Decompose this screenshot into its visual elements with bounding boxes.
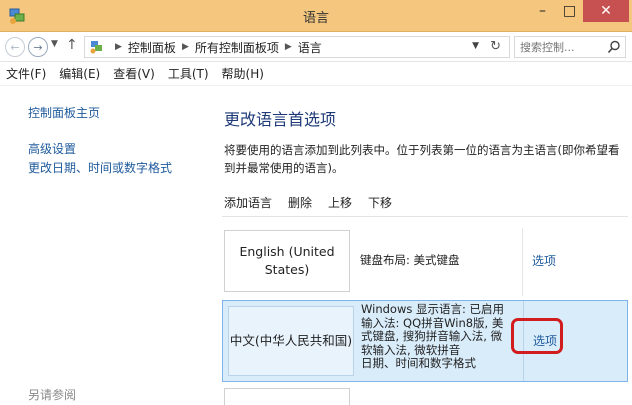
language-name-placeholder [224,388,350,405]
control-panel-icon [90,41,102,54]
menu-bar: 文件(F) 编辑(E) 查看(V) 工具(T) 帮助(H) [0,62,632,86]
language-name: English (United States) [224,230,350,292]
remove-button[interactable]: 删除 [288,194,312,211]
annotation-highlight-box [511,318,563,354]
title-bar: 语言 – □ ✕ [0,0,632,32]
menu-help[interactable]: 帮助(H) [222,65,264,82]
language-row-english[interactable]: English (United States) 键盘布局: 美式键盘 选项 [222,228,628,296]
forward-button[interactable]: → [28,37,48,57]
address-dropdown-chevron-icon[interactable]: ▼ [472,41,479,51]
move-down-button[interactable]: 下移 [368,194,392,211]
breadcrumb-separator-icon[interactable]: ▶ [115,42,122,52]
up-arrow-icon[interactable]: ↑ [66,37,78,53]
menu-edit[interactable]: 编辑(E) [59,65,100,82]
breadcrumb-all-items[interactable]: 所有控制面板项 [195,39,279,56]
page-title: 更改语言首选项 [224,110,337,129]
close-button[interactable]: ✕ [583,0,629,22]
advanced-settings-link[interactable]: 高级设置 [28,140,76,157]
language-info: 键盘布局: 美式键盘 [360,253,460,267]
recent-locations-chevron-icon[interactable]: ▼ [51,39,58,49]
search-input[interactable] [520,40,604,54]
language-info: Windows 显示语言: 已启用 输入法: QQ拼音Win8版, 美 式键盘,… [361,302,527,371]
address-row: ← → ▼ ↑ ▶ 控制面板 ▶ 所有控制面板项 ▶ 语言 ▼ ↻ [0,32,632,62]
control-panel-home-link[interactable]: 控制面板主页 [28,104,100,121]
minimize-button[interactable]: – [529,0,556,22]
refresh-icon[interactable]: ↻ [490,39,501,54]
breadcrumb-control-panel[interactable]: 控制面板 [128,39,176,56]
breadcrumb-language[interactable]: 语言 [298,39,322,56]
info-line: 输入法: QQ拼音Win8版, 美 [361,315,504,330]
page-description: 将要使用的语言添加到此列表中。位于列表第一位的语言为主语言(即你希望看到并最常使… [224,143,620,175]
maximize-button[interactable]: □ [556,0,583,22]
address-bar[interactable]: ▶ 控制面板 ▶ 所有控制面板项 ▶ 语言 ▼ ↻ [84,36,510,58]
menu-file[interactable]: 文件(F) [6,65,46,82]
info-line: 日期、时间和数字格式 [361,356,476,370]
left-pane: 控制面板主页 高级设置 更改日期、时间或数字格式 另请参阅 [0,86,206,405]
search-icon[interactable] [607,40,621,54]
breadcrumb-separator-icon[interactable]: ▶ [182,42,189,52]
info-line: 式键盘, 搜狗拼音输入法, 微 [361,329,503,343]
move-up-button[interactable]: 上移 [328,194,352,211]
breadcrumb-separator-icon[interactable]: ▶ [285,42,292,52]
add-language-button[interactable]: 添加语言 [224,194,272,211]
language-toolbar: 添加语言 删除 上移 下移 [224,194,408,211]
column-divider [522,228,523,296]
menu-view[interactable]: 查看(V) [113,65,155,82]
language-row-chinese[interactable]: 中文(中华人民共和国) Windows 显示语言: 已启用 输入法: QQ拼音W… [222,300,628,382]
options-link-english[interactable]: 选项 [532,252,556,269]
divider [222,216,628,217]
see-also-heading: 另请参阅 [28,388,77,402]
language-name: 中文(中华人民共和国) [228,306,354,376]
menu-tools[interactable]: 工具(T) [168,65,209,82]
search-box[interactable] [514,36,626,58]
date-time-format-link[interactable]: 更改日期、时间或数字格式 [28,159,172,176]
main-content: 更改语言首选项 将要使用的语言添加到此列表中。位于列表第一位的语言为主语言(即你… [206,86,632,405]
info-line: 软输入法, 微软拼音 [361,342,461,357]
info-line: Windows 显示语言: 已启用 [361,302,505,316]
back-button[interactable]: ← [5,37,25,57]
language-row-partial [222,386,628,405]
